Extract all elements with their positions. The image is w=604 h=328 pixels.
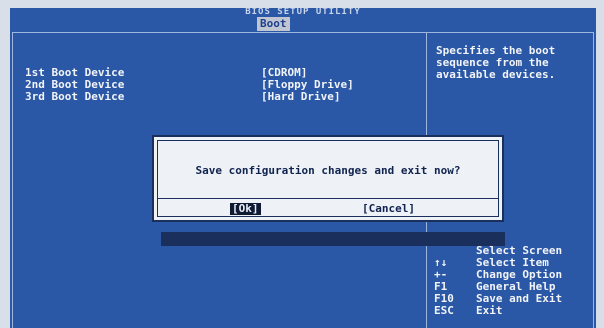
dialog-message: Save configuration changes and exit now?: [195, 164, 461, 177]
dialog-frame: Save configuration changes and exit now?…: [157, 140, 499, 217]
key-action: Exit: [476, 304, 503, 317]
dialog-shadow: [161, 232, 505, 246]
boot-device-3-value[interactable]: [Hard Drive]: [261, 91, 340, 103]
dialog-divider: [158, 198, 498, 199]
confirm-dialog: Save configuration changes and exit now?…: [152, 135, 504, 222]
boot-device-3-label: 3rd Boot Device: [25, 90, 125, 103]
bios-title: BIOS SETUP UTILITY: [10, 8, 596, 18]
ok-button[interactable]: [Ok]: [230, 203, 261, 215]
tab-boot[interactable]: Boot: [257, 17, 290, 31]
key-name: ESC: [434, 304, 454, 317]
bios-screen: BIOS SETUP UTILITY Boot 1st Boot Device …: [10, 8, 596, 328]
key-legend-row: ESC Exit: [434, 305, 503, 317]
cancel-button[interactable]: [Cancel]: [362, 203, 415, 215]
help-text: Specifies the boot sequence from the ava…: [436, 44, 556, 81]
